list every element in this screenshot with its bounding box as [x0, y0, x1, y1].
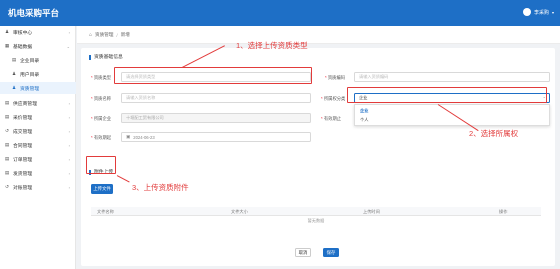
qual-name-input[interactable]: 请输入资质名称 — [121, 93, 311, 103]
shipping-icon: ▤ — [4, 170, 10, 175]
sidebar-item-label: 发货管理 — [13, 171, 33, 177]
chevron-down-icon: ⌄ — [66, 43, 70, 49]
inquiry-icon: ▤ — [4, 114, 10, 119]
sidebar-item-enterprises[interactable]: ▤ 企业目录 — [0, 54, 76, 66]
column-header: 操作 — [499, 209, 508, 214]
sidebar-item-label: 用户目录 — [20, 72, 40, 78]
sidebar-item-shipping[interactable]: ▤ 发货管理 › — [0, 167, 76, 179]
column-header: 文件名称 — [97, 209, 114, 214]
sidebar-item-label: 采价管理 — [13, 115, 33, 121]
breadcrumb-item-current: 新增 — [120, 32, 130, 37]
sidebar: ♟ 审核中心 › ▦ 基础数据 ⌄ ▤ 企业目录 ♟ 用户目录 ♟ 资质管理 ▤… — [0, 26, 76, 269]
order-icon: ▤ — [4, 156, 10, 161]
section-title-basic: 资质基础信息 — [89, 55, 123, 60]
sidebar-item-contracts[interactable]: ▤ 合同管理 › — [0, 139, 76, 151]
user-menu[interactable]: 李采购 ▾ — [522, 8, 554, 16]
users-icon: ♟ — [11, 71, 17, 76]
breadcrumb: ⌂ 资质管理 / 新增 — [89, 32, 130, 38]
contract-icon: ▤ — [4, 142, 10, 147]
deal-icon: ↺ — [5, 128, 9, 133]
company-field: 十堰配工贸有限公司 — [121, 113, 311, 123]
qual-code-input[interactable]: 请输入资质编码 — [354, 72, 550, 82]
expiry-label: * 有效期止 — [321, 116, 342, 121]
ownership-option-enterprise[interactable]: 企业 — [360, 108, 368, 114]
breadcrumb-bar: ⌂ 资质管理 / 新增 — [77, 26, 560, 44]
chevron-down-icon: ▾ — [551, 9, 554, 15]
save-button[interactable]: 保存 — [323, 248, 339, 257]
supplier-icon: ▤ — [4, 100, 10, 105]
qual-type-label: * 资质类型 — [91, 75, 112, 80]
chevron-right-icon: › — [68, 100, 70, 106]
ownership-dropdown: 企业 个人 — [354, 104, 550, 126]
ownership-select[interactable]: 企业 ⌃ — [354, 93, 550, 103]
sidebar-item-label: 对账管理 — [13, 185, 33, 191]
user-name: 李采购 — [533, 9, 549, 16]
database-icon: ▦ — [4, 43, 10, 48]
chevron-right-icon: › — [68, 29, 70, 35]
reconcile-icon: ↺ — [5, 184, 9, 189]
attachments-table-header: 文件名称 文件大小 上传时间 操作 — [91, 207, 541, 216]
sidebar-item-label: 合同管理 — [13, 143, 33, 149]
top-bar: 机电采购平台 李采购 ▾ — [0, 0, 560, 26]
ownership-option-individual[interactable]: 个人 — [360, 117, 368, 123]
chevron-right-icon: › — [68, 184, 70, 190]
sidebar-item-label: 成交管理 — [13, 129, 33, 135]
sidebar-item-users[interactable]: ♟ 用户目录 — [0, 68, 76, 80]
upload-file-button[interactable]: 上传文件 — [91, 184, 113, 194]
company-label: * 所属企业 — [91, 116, 112, 121]
user-icon: ♟ — [4, 29, 10, 34]
sidebar-item-qualifications[interactable]: ♟ 资质管理 — [0, 82, 76, 94]
section-title-attachments: 附件上传 — [89, 170, 113, 175]
annotation-step2: 2、选择所属权 — [469, 129, 519, 138]
qual-name-label: * 资质名称 — [91, 96, 112, 101]
breadcrumb-item[interactable]: 资质管理 — [95, 32, 113, 38]
qualification-icon: ♟ — [11, 85, 17, 90]
sidebar-item-review[interactable]: ♟ 审核中心 › — [0, 26, 76, 38]
building-icon: ▤ — [11, 57, 17, 62]
annotation-step1: 1、选择上传资质类型 — [236, 41, 308, 50]
calendar-icon: ▣ — [126, 134, 131, 139]
chevron-right-icon: › — [68, 128, 70, 134]
sidebar-item-label: 资质管理 — [20, 86, 40, 92]
issue-date-picker[interactable]: ▣ 2024-06-23 — [121, 132, 311, 142]
breadcrumb-separator: / — [116, 32, 118, 38]
sidebar-item-label: 供应商管理 — [13, 101, 37, 107]
chevron-right-icon: › — [68, 114, 70, 120]
sidebar-item-label: 企业目录 — [20, 58, 40, 64]
chevron-up-icon: ⌃ — [542, 96, 546, 101]
sidebar-item-suppliers[interactable]: ▤ 供应商管理 › — [0, 97, 76, 109]
annotation-step3: 3、上传资质附件 — [132, 183, 189, 192]
sidebar-item-inquiry[interactable]: ▤ 采价管理 › — [0, 111, 76, 123]
sidebar-item-reconcile[interactable]: ↺ 对账管理 › — [0, 181, 76, 193]
chevron-right-icon: › — [68, 156, 70, 162]
sidebar-item-label: 基础数据 — [13, 44, 33, 50]
ownership-label: * 所属权分类 — [321, 96, 346, 101]
issue-date-label: * 有效期起 — [91, 135, 112, 140]
sidebar-item-deals[interactable]: ↺ 成交管理 › — [0, 125, 76, 137]
app-title: 机电采购平台 — [8, 8, 60, 18]
chevron-right-icon: › — [68, 170, 70, 176]
cancel-button[interactable]: 取消 — [295, 248, 311, 257]
sidebar-item-label: 审核中心 — [13, 30, 33, 36]
column-header: 上传时间 — [363, 209, 380, 214]
sidebar-item-orders[interactable]: ▤ 订单管理 › — [0, 153, 76, 165]
form-card: 资质基础信息 * 资质类型 请选择资质类型 * 资质编码 请输入资质编码 * 资… — [81, 48, 555, 266]
sidebar-item-label: 订单管理 — [13, 157, 33, 163]
empty-state: 暂无数据 — [307, 218, 325, 223]
qual-type-select[interactable]: 请选择资质类型 — [121, 72, 311, 82]
column-header: 文件大小 — [231, 209, 248, 214]
main-content: ⌂ 资质管理 / 新增 资质基础信息 * 资质类型 请选择资质类型 * 资质编码… — [77, 26, 560, 269]
avatar — [522, 8, 531, 16]
home-icon[interactable]: ⌂ — [89, 32, 92, 38]
qual-code-label: * 资质编码 — [325, 75, 346, 80]
sidebar-item-base-data[interactable]: ▦ 基础数据 ⌄ — [0, 40, 76, 52]
chevron-right-icon: › — [68, 142, 70, 148]
